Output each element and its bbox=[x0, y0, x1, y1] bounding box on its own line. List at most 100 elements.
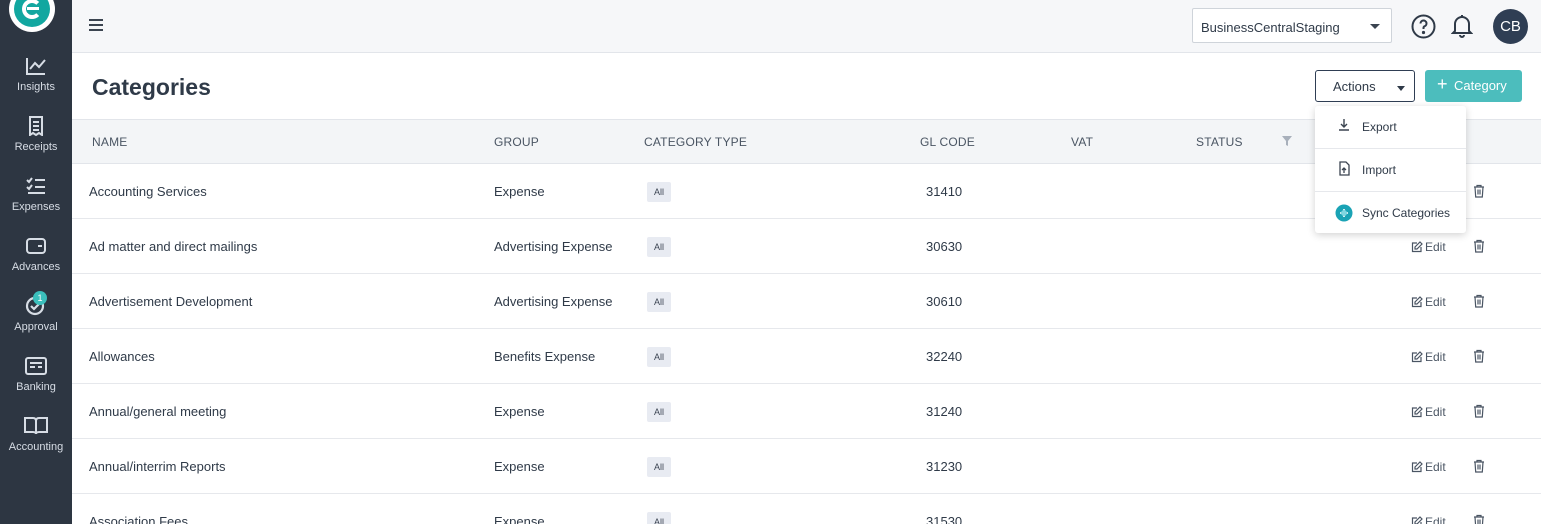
cell-gl-code: 30610 bbox=[926, 294, 963, 309]
top-bar: BusinessCentralStaging CB bbox=[72, 0, 1541, 53]
category-type-badge: All bbox=[647, 292, 672, 312]
cell-gl-code: 32240 bbox=[926, 349, 963, 364]
sidebar-item-label: Accounting bbox=[8, 441, 64, 453]
trash-icon[interactable] bbox=[1473, 239, 1485, 253]
category-type-badge: All bbox=[647, 182, 672, 202]
trash-icon[interactable] bbox=[1473, 459, 1485, 473]
sidebar-item-accounting[interactable]: Accounting bbox=[0, 416, 72, 472]
menu-item-import[interactable]: Import bbox=[1315, 149, 1466, 192]
column-header-name[interactable]: NAME bbox=[92, 135, 127, 149]
edit-button[interactable]: Edit bbox=[1411, 460, 1446, 474]
organization-select[interactable]: BusinessCentralStaging bbox=[1192, 8, 1392, 43]
category-type-badge: All bbox=[647, 457, 672, 477]
cell-gl-code: 31410 bbox=[926, 184, 963, 199]
table-row[interactable]: Allowances Benefits Expense All 32240 Edit bbox=[72, 329, 1541, 384]
bell-icon[interactable] bbox=[1451, 14, 1473, 38]
cell-group: Expense bbox=[494, 459, 545, 474]
cell-group: Expense bbox=[494, 404, 545, 419]
actions-button[interactable]: Actions bbox=[1315, 70, 1415, 102]
column-header-category-type[interactable]: CATEGORY TYPE bbox=[644, 135, 747, 149]
sidebar-item-banking[interactable]: Banking bbox=[0, 356, 72, 412]
sidebar-item-expenses[interactable]: Expenses bbox=[0, 176, 72, 232]
cell-name: Advertisement Development bbox=[89, 294, 253, 309]
edit-label: Edit bbox=[1425, 460, 1446, 474]
sidebar-item-approval[interactable]: 1 Approval bbox=[0, 291, 72, 352]
chevron-down-icon bbox=[1370, 24, 1380, 29]
sidebar-item-receipts[interactable]: Receipts bbox=[0, 116, 72, 172]
sidebar-item-label: Advances bbox=[11, 261, 61, 273]
cell-name: Association Fees bbox=[89, 514, 188, 524]
sidebar-item-label: Banking bbox=[16, 381, 56, 393]
cell-gl-code: 31230 bbox=[926, 459, 963, 474]
sidebar-item-label: Approval bbox=[14, 321, 58, 333]
edit-button[interactable]: Edit bbox=[1411, 240, 1446, 254]
add-category-button[interactable]: + Category bbox=[1425, 70, 1522, 102]
app-logo[interactable] bbox=[9, 0, 55, 32]
trash-icon[interactable] bbox=[1473, 349, 1485, 363]
help-icon[interactable] bbox=[1411, 14, 1436, 39]
chart-line-icon bbox=[26, 58, 46, 75]
trash-icon[interactable] bbox=[1473, 514, 1485, 524]
table-row[interactable]: Association Fees Expense All 31530 Edit bbox=[72, 494, 1541, 524]
edit-icon bbox=[1411, 296, 1423, 308]
category-type-badge: All bbox=[647, 402, 672, 422]
table-row[interactable]: Advertisement Development Advertising Exp… bbox=[72, 274, 1541, 329]
edit-icon bbox=[1411, 351, 1423, 363]
download-icon bbox=[1339, 119, 1349, 131]
menu-item-label: Export bbox=[1362, 120, 1397, 134]
book-icon bbox=[24, 417, 48, 435]
cell-name: Accounting Services bbox=[89, 184, 207, 199]
edit-button[interactable]: Edit bbox=[1411, 350, 1446, 364]
cell-name: Annual/general meeting bbox=[89, 404, 227, 419]
trash-icon[interactable] bbox=[1473, 294, 1485, 308]
trash-icon[interactable] bbox=[1473, 404, 1485, 418]
cell-name: Ad matter and direct mailings bbox=[89, 239, 258, 254]
column-header-gl-code[interactable]: GL CODE bbox=[920, 135, 975, 149]
edit-button[interactable]: Edit bbox=[1411, 515, 1446, 524]
cell-gl-code: 30630 bbox=[926, 239, 963, 254]
edit-label: Edit bbox=[1425, 405, 1446, 419]
column-header-vat[interactable]: VAT bbox=[1071, 135, 1093, 149]
edit-label: Edit bbox=[1425, 515, 1446, 524]
edit-label: Edit bbox=[1425, 295, 1446, 309]
column-header-status[interactable]: STATUS bbox=[1196, 135, 1243, 149]
cell-group: Advertising Expense bbox=[494, 239, 613, 254]
page-title: Categories bbox=[92, 74, 211, 100]
plus-icon: + bbox=[1437, 74, 1448, 94]
table-row[interactable]: Annual/general meeting Expense All 31240 Edi… bbox=[72, 384, 1541, 439]
column-header-group[interactable]: GROUP bbox=[494, 135, 539, 149]
actions-button-label: Actions bbox=[1333, 79, 1376, 94]
menu-item-sync-categories[interactable]: Sync Categories bbox=[1315, 192, 1466, 235]
sidebar-item-label: Expenses bbox=[11, 201, 61, 213]
sidebar-item-advances[interactable]: Advances bbox=[0, 236, 72, 292]
avatar[interactable]: CB bbox=[1493, 9, 1528, 44]
actions-dropdown-menu: Export Import Sync Categories bbox=[1315, 106, 1466, 233]
bank-card-icon bbox=[25, 357, 47, 375]
sidebar: Insights Receipts Expenses Advances 1 Ap… bbox=[0, 0, 72, 524]
edit-icon bbox=[1411, 461, 1423, 473]
filter-icon[interactable] bbox=[1281, 135, 1293, 147]
table-row[interactable]: Annual/interrim Reports Expense All 31230 Ed… bbox=[72, 439, 1541, 494]
category-type-badge: All bbox=[647, 512, 672, 524]
menu-item-export[interactable]: Export bbox=[1315, 106, 1466, 149]
edit-button[interactable]: Edit bbox=[1411, 405, 1446, 419]
edit-label: Edit bbox=[1425, 350, 1446, 364]
trash-icon[interactable] bbox=[1473, 184, 1485, 198]
menu-item-label: Sync Categories bbox=[1362, 206, 1451, 220]
caret-down-icon bbox=[1397, 86, 1405, 91]
cell-group: Expense bbox=[494, 514, 545, 524]
wallet-icon bbox=[26, 238, 46, 254]
edit-button[interactable]: Edit bbox=[1411, 295, 1446, 309]
sidebar-item-label: Insights bbox=[17, 81, 55, 93]
cell-name: Annual/interrim Reports bbox=[89, 459, 226, 474]
checklist-icon bbox=[26, 177, 45, 194]
category-type-badge: All bbox=[647, 237, 672, 257]
hamburger-menu-icon[interactable] bbox=[89, 19, 103, 33]
add-category-label: Category bbox=[1454, 78, 1507, 93]
sidebar-item-label: Receipts bbox=[14, 141, 58, 153]
file-upload-icon bbox=[1339, 161, 1350, 176]
cell-gl-code: 31530 bbox=[926, 514, 963, 524]
sidebar-item-insights[interactable]: Insights bbox=[0, 56, 72, 112]
menu-item-label: Import bbox=[1362, 163, 1397, 177]
receipt-icon bbox=[29, 116, 43, 136]
